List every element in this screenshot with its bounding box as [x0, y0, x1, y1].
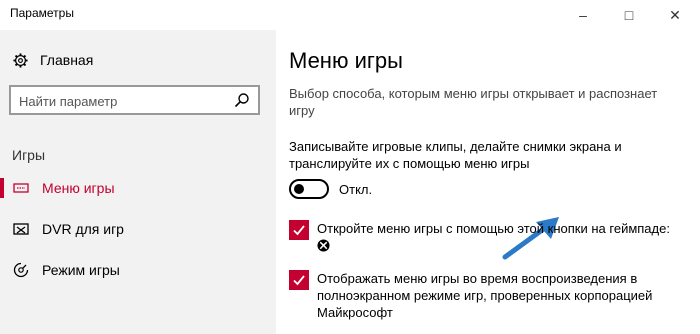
maximize-button[interactable]: □: [606, 0, 652, 30]
search-input[interactable]: [17, 91, 221, 111]
sidebar-item-game-mode[interactable]: Режим игры: [0, 253, 276, 287]
active-indicator: [0, 178, 4, 198]
window-title: Параметры: [10, 6, 74, 20]
close-button[interactable]: ✕: [652, 0, 698, 30]
checkmark-icon: [293, 275, 305, 286]
fullscreen-checkbox[interactable]: [289, 270, 309, 290]
sidebar-item-game-bar[interactable]: Меню игры: [0, 171, 276, 205]
checkmark-icon: [293, 225, 305, 236]
close-icon: ✕: [669, 6, 681, 23]
home-nav-item[interactable]: Главная: [12, 52, 93, 68]
game-bar-icon: [12, 179, 30, 197]
page-title: Меню игры: [289, 48, 403, 73]
gear-icon: [12, 52, 28, 68]
toggle-state-label: Откл.: [339, 181, 373, 197]
game-mode-icon: [12, 261, 30, 279]
sidebar-item-label: DVR для игр: [42, 221, 124, 237]
game-dvr-icon: [12, 220, 30, 238]
section-label-games: Игры: [12, 147, 46, 163]
toggle-knob: [294, 184, 304, 194]
fullscreen-label: Отображать меню игры во время воспроизве…: [317, 271, 653, 320]
xbox-icon: [317, 239, 330, 252]
open-with-gamepad-label: Откройте меню игры с помощью этой кнопки…: [317, 221, 670, 236]
minimize-button[interactable]: –: [560, 0, 606, 30]
sidebar-item-label: Режим игры: [42, 262, 120, 278]
open-with-gamepad-checkbox[interactable]: [289, 220, 309, 240]
record-setting-label: Записывайте игровые клипы, делайте снимк…: [289, 139, 622, 171]
page-description: Выбор способа, которым меню игры открыва…: [289, 86, 658, 118]
main-content: Меню игры Выбор способа, которым меню иг…: [276, 30, 700, 334]
sidebar: Главная Игры Меню игры: [0, 30, 276, 334]
home-label: Главная: [40, 52, 94, 68]
search-box[interactable]: [9, 85, 260, 115]
sidebar-item-label: Меню игры: [42, 180, 115, 196]
record-toggle-row: Откл.: [289, 179, 372, 199]
sidebar-item-game-dvr[interactable]: DVR для игр: [0, 212, 276, 246]
checkbox-row-open-with-gamepad: Откройте меню игры с помощью этой кнопки…: [289, 220, 677, 256]
record-toggle[interactable]: [289, 179, 329, 199]
minimize-icon: –: [579, 7, 587, 23]
search-icon[interactable]: [234, 92, 250, 108]
checkbox-label-container: Откройте меню игры с помощью этой кнопки…: [317, 220, 677, 256]
title-bar: Параметры – □ ✕: [0, 0, 700, 30]
maximize-icon: □: [624, 7, 634, 23]
checkbox-row-fullscreen: Отображать меню игры во время воспроизве…: [289, 270, 677, 321]
